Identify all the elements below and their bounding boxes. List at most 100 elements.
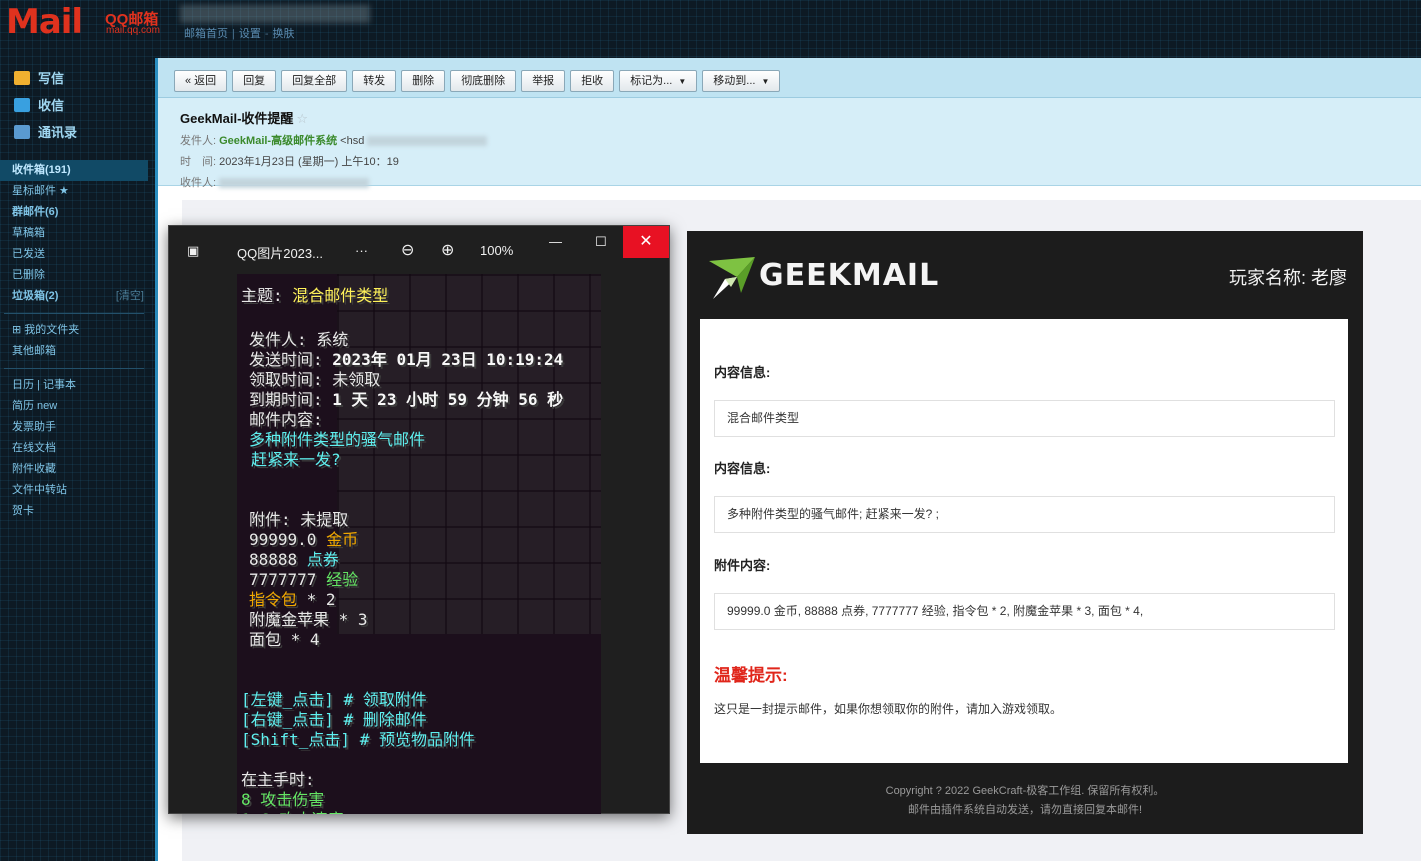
mail-logo[interactable]: Mail (6, 2, 83, 42)
redacted-recipient (219, 178, 370, 189)
tool-file-transfer[interactable]: 文件中转站 (0, 480, 148, 501)
tooltip-line-text: 赶紧来一发? (251, 450, 341, 469)
other-mailboxes[interactable]: 其他邮箱 (0, 341, 148, 362)
mail-subject: GeekMail-收件提醒 ☆ (180, 108, 1421, 127)
sender-row: 发件人: GeekMail-高级邮件系统 <hsd (180, 132, 1421, 148)
geekmail-logo-text: GEEKMAIL (759, 257, 940, 293)
copyright-footer: Copyright ? 2022 GeekCraft-极客工作组. 保留所有权利… (885, 785, 1165, 797)
content-label-2: 内容信息: (714, 461, 771, 476)
permanent-delete-button[interactable]: 彻底删除 (450, 70, 517, 92)
star-icon[interactable]: ☆ (296, 111, 308, 126)
mail-subject-text: GeekMail-收件提醒 (180, 111, 294, 126)
image-icon[interactable]: ▣ (187, 243, 199, 259)
attachment-label: 附件内容: (714, 558, 771, 573)
mark-as-dropdown[interactable]: 标记为... ▼ (619, 70, 698, 92)
pencil-icon (14, 70, 30, 85)
inbox-download-icon (14, 97, 30, 112)
tooltip-line: 主题: 混合邮件类型 (241, 282, 388, 306)
move-to-label: 移动到... (713, 75, 756, 87)
tool-invoice[interactable]: 发票助手 (0, 417, 148, 438)
tooltip-line-text: 主题: (241, 286, 293, 305)
tooltip-line-highlight: 1 天 23 小时 59 分钟 56 秒 (332, 390, 564, 409)
minimize-icon[interactable]: — (549, 234, 562, 249)
contacts-label: 通讯录 (38, 125, 78, 140)
viewer-titlebar: ▣ QQ图片2023... ··· ⊖ ⊕ 100% — ☐ ✕ (169, 226, 669, 274)
divider (4, 313, 144, 314)
tooltip-line-text: [Shift_点击] # 预览物品附件 (241, 730, 475, 749)
tooltip-line-text: 1.6 攻击速度 (241, 810, 344, 814)
time-row: 时 间: 2023年1月23日 (星期一) 上午10：19 (180, 153, 1421, 169)
redacted-address (367, 136, 488, 147)
forward-button[interactable]: 转发 (352, 70, 397, 92)
chevron-down-icon: ▼ (761, 77, 770, 86)
tip-title: 温馨提示: (714, 666, 788, 685)
viewer-file-name: QQ图片2023... (237, 246, 323, 261)
mail-header: GeekMail-收件提醒 ☆ 发件人: GeekMail-高级邮件系统 <hsd… (158, 98, 1421, 189)
time-label: 时 间: (180, 156, 217, 168)
reply-button[interactable]: 回复 (232, 70, 277, 92)
top-links: 邮箱首页 | 设置 - 换肤 (184, 28, 295, 40)
compose-button[interactable]: 写信 (14, 68, 64, 87)
attachment-value: 99999.0 金币, 88888 点券, 7777777 经验, 指令包 * … (714, 593, 1335, 630)
report-button[interactable]: 举报 (521, 70, 566, 92)
qq-mail-domain: mail.qq.com (106, 25, 160, 36)
delete-button[interactable]: 删除 (401, 70, 446, 92)
chevron-down-icon: ▼ (678, 77, 687, 86)
contacts-button[interactable]: 通讯录 (14, 122, 77, 141)
close-icon[interactable]: ✕ (623, 226, 669, 258)
link-home[interactable]: 邮箱首页 (184, 28, 228, 40)
my-folders[interactable]: ⊞ 我的文件夹 (0, 320, 148, 341)
zoom-out-icon[interactable]: ⊖ (401, 240, 414, 260)
move-to-dropdown[interactable]: 移动到... ▼ (702, 70, 781, 92)
recipient-row: 收件人: (180, 174, 1421, 190)
link-skin[interactable]: 换肤 (273, 28, 295, 40)
redacted-user-info (180, 5, 370, 23)
sender-label: 发件人: (180, 135, 217, 147)
folder-group[interactable]: 群邮件(6) (0, 202, 148, 223)
content-label-1: 内容信息: (714, 365, 771, 380)
sender-address: <hsd (340, 135, 365, 147)
compose-label: 写信 (38, 71, 65, 86)
auto-sent-notice: 邮件由插件系统自动发送，请勿直接回复本邮件! (907, 804, 1143, 816)
sender-name[interactable]: GeekMail-高级邮件系统 (219, 135, 337, 147)
folder-spam-label: 垃圾箱(2) (12, 290, 59, 302)
contacts-icon (14, 124, 30, 139)
folder-drafts[interactable]: 草稿箱 (0, 223, 148, 244)
geekmail-card: GEEKMAIL 玩家名称: 老廖 内容信息: 混合邮件类型 内容信息: 多种附… (687, 231, 1363, 834)
image-viewer-window: ▣ QQ图片2023... ··· ⊖ ⊕ 100% — ☐ ✕ 主题: 混合邮… (168, 225, 670, 814)
tooltip-line: 赶紧来一发? (251, 446, 341, 470)
inventory-background (337, 274, 601, 634)
minecraft-tooltip-image: 主题: 混合邮件类型 发件人: 系统 发送时间: 2023年 01月 23日 10:… (237, 274, 601, 814)
folder-deleted[interactable]: 已删除 (0, 265, 148, 286)
tool-calendar[interactable]: 日历 | 记事本 (0, 375, 148, 396)
recipient-label: 收件人: (180, 177, 217, 189)
reply-all-button[interactable]: 回复全部 (281, 70, 348, 92)
divider (4, 368, 144, 369)
time-value: 2023年1月23日 (星期一) 上午10：19 (219, 156, 399, 168)
tool-card[interactable]: 贺卡 (0, 501, 148, 522)
mark-as-label: 标记为... (630, 75, 673, 87)
tooltip-line: [Shift_点击] # 预览物品附件 (241, 726, 475, 750)
tooltip-line-text: 面包 * 4 (249, 630, 320, 649)
zoom-in-icon[interactable]: ⊕ (441, 240, 454, 260)
reject-button[interactable]: 拒收 (570, 70, 615, 92)
link-settings[interactable]: 设置 (239, 28, 261, 40)
geekmail-content: 内容信息: 混合邮件类型 内容信息: 多种附件类型的骚气邮件; 赶紧来一发? ;… (700, 319, 1348, 763)
folder-sent[interactable]: 已发送 (0, 244, 148, 265)
tool-resume[interactable]: 简历 new (0, 396, 148, 417)
tool-attachments[interactable]: 附件收藏 (0, 459, 148, 480)
folder-spam[interactable]: 垃圾箱(2) [清空] (0, 286, 148, 307)
receive-label: 收信 (38, 98, 65, 113)
folder-inbox[interactable]: 收件箱(191) (0, 160, 148, 181)
top-bar: Mail QQ邮箱 mail.qq.com 邮箱首页 | 设置 - 换肤 (0, 0, 1421, 58)
folder-starred[interactable]: 星标邮件 ★ (0, 181, 148, 202)
tooltip-line: 1.6 攻击速度 (241, 806, 344, 814)
more-options-icon[interactable]: ··· (355, 243, 368, 258)
maximize-icon[interactable]: ☐ (595, 234, 607, 250)
player-name: 玩家名称: 老廖 (1228, 268, 1347, 288)
clear-spam-link[interactable]: [清空] (116, 286, 144, 307)
content-value-1: 混合邮件类型 (714, 400, 1335, 437)
back-button[interactable]: « 返回 (174, 70, 228, 92)
tool-docs[interactable]: 在线文档 (0, 438, 148, 459)
receive-button[interactable]: 收信 (14, 95, 64, 114)
